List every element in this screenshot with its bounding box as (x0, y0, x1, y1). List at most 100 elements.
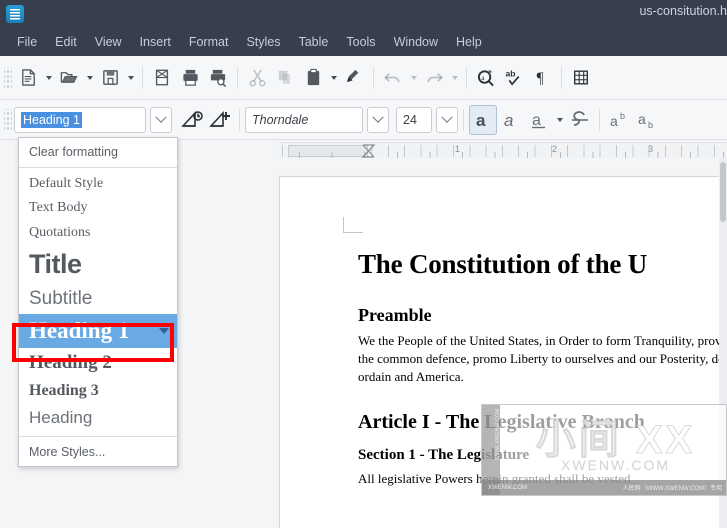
style-option-clear-formatting[interactable]: Clear formatting (19, 141, 177, 163)
menu-item-edit[interactable]: Edit (46, 32, 86, 52)
toolbar-grip[interactable] (4, 66, 12, 89)
italic-button[interactable]: a (497, 105, 525, 135)
ruler-number-1: 1 (455, 144, 461, 154)
paragraph-style-combo[interactable]: Heading 1 (14, 106, 172, 133)
paragraph-style-dropdown-icon[interactable] (150, 106, 172, 133)
menu-item-file[interactable]: File (8, 32, 46, 52)
style-option-heading[interactable]: Heading (19, 404, 177, 432)
print-icon[interactable] (176, 63, 204, 93)
document-lines-glyph (10, 8, 20, 20)
paragraph-styles-dropdown[interactable]: Clear formatting Default Style Text Body… (18, 137, 178, 468)
watermark-footer: XWENW.COM 人民网（WWW.XWENW.COM）专用 (482, 480, 726, 495)
style-option-more-styles[interactable]: More Styles... (19, 441, 177, 463)
svg-text:a: a (476, 111, 486, 130)
superscript-button[interactable]: ab (605, 105, 633, 135)
new-document-icon[interactable] (14, 63, 42, 93)
svg-text:¶: ¶ (537, 70, 544, 87)
svg-text:ab: ab (505, 69, 515, 79)
open-document-icon[interactable] (55, 63, 83, 93)
menu-item-styles[interactable]: Styles (237, 32, 289, 52)
menu-item-table[interactable]: Table (289, 32, 337, 52)
toolbar-separator (142, 66, 143, 89)
font-name-dropdown-icon[interactable] (367, 106, 389, 133)
underline-button[interactable]: a (525, 105, 553, 135)
menu-item-help[interactable]: Help (447, 32, 491, 52)
font-name-input[interactable]: Thorndale (245, 106, 363, 133)
formatting-toolbar-grip[interactable] (4, 108, 12, 131)
svg-text:b: b (620, 111, 625, 121)
svg-text:a: a (504, 111, 513, 130)
save-document-dropdown-icon[interactable] (124, 63, 137, 93)
window-title: us-consitution.h (639, 4, 727, 18)
dropdown-separator (19, 435, 177, 437)
open-document-dropdown-icon[interactable] (83, 63, 96, 93)
toolbar-separator (237, 66, 238, 89)
insert-table-icon[interactable] (567, 63, 595, 93)
formatting-toolbar: Heading 1 Thorndale 24 a a a a b a b (0, 100, 727, 140)
copy-icon[interactable] (271, 63, 299, 93)
watermark-footer-left: XWENW.COM (488, 484, 527, 491)
paste-dropdown-icon[interactable] (327, 63, 340, 93)
undo-icon[interactable] (379, 63, 407, 93)
horizontal-ruler[interactable]: 1 2 3 (279, 142, 727, 159)
menu-item-format[interactable]: Format (180, 32, 238, 52)
formatting-marks-icon[interactable]: ¶ (528, 63, 556, 93)
menu-item-view[interactable]: View (86, 32, 131, 52)
export-pdf-icon[interactable] (148, 63, 176, 93)
font-size-input[interactable]: 24 (396, 106, 432, 133)
paste-icon[interactable] (299, 63, 327, 93)
style-option-default-style[interactable]: Default Style (19, 172, 177, 196)
writer-document-icon (6, 5, 24, 23)
toolbar-separator (561, 66, 562, 89)
menu-item-insert[interactable]: Insert (131, 32, 180, 52)
toolbar-separator (373, 66, 374, 89)
watermark-overlay: WWW.XWENW.COM 小间 XX XWENW.COM XWENW.COM … (481, 404, 727, 496)
update-selected-style-icon[interactable] (178, 105, 206, 135)
svg-text:b: b (648, 120, 653, 130)
menu-item-tools[interactable]: Tools (337, 32, 384, 52)
paragraph-style-input[interactable]: Heading 1 (14, 106, 146, 133)
undo-dropdown-icon[interactable] (407, 63, 420, 93)
paragraph-style-value: Heading 1 (21, 111, 82, 128)
style-option-text-body[interactable]: Text Body (19, 196, 177, 220)
font-size-dropdown-icon[interactable] (436, 106, 458, 133)
svg-text:a: a (610, 113, 618, 129)
chevron-down-icon[interactable] (159, 327, 169, 334)
redo-icon[interactable] (420, 63, 448, 93)
cut-icon[interactable] (243, 63, 271, 93)
print-preview-icon[interactable] (204, 63, 232, 93)
text-boundary-corner (343, 217, 363, 233)
vertical-scrollbar-thumb[interactable] (720, 162, 726, 222)
underline-dropdown-icon[interactable] (553, 105, 566, 135)
style-option-title[interactable]: Title (19, 245, 177, 284)
clone-formatting-icon[interactable] (340, 63, 368, 93)
bold-button[interactable]: a (469, 104, 497, 135)
style-option-heading-2[interactable]: Heading 2 (19, 348, 177, 378)
style-option-subtitle[interactable]: Subtitle (19, 284, 177, 314)
redo-dropdown-icon[interactable] (448, 63, 461, 93)
indent-marker-icon[interactable] (361, 144, 376, 158)
save-document-icon[interactable] (96, 63, 124, 93)
preamble-paragraph: We the People of the United States, in O… (358, 333, 727, 384)
new-document-dropdown-icon[interactable] (42, 63, 55, 93)
font-name-combo[interactable]: Thorndale (245, 106, 389, 133)
subscript-button[interactable]: ab (633, 105, 661, 135)
document-title-heading: The Constitution of the U (358, 249, 648, 279)
style-option-heading-1-label: Heading 1 (29, 317, 130, 343)
find-replace-icon[interactable]: a (472, 63, 500, 93)
svg-text:a: a (638, 111, 646, 127)
style-option-heading-3[interactable]: Heading 3 (19, 378, 177, 404)
spelling-icon[interactable]: ab (500, 63, 528, 93)
menu-item-window[interactable]: Window (385, 32, 447, 52)
toolbar-separator (599, 108, 600, 131)
strikethrough-button[interactable] (566, 105, 594, 135)
toolbar-separator (463, 108, 464, 131)
style-option-quotations[interactable]: Quotations (19, 221, 177, 245)
svg-text:a: a (532, 112, 541, 129)
svg-text:a: a (481, 73, 485, 82)
preamble-heading: Preamble (358, 305, 432, 325)
style-option-heading-1[interactable]: Heading 1 (19, 313, 177, 348)
libreoffice-writer-window: us-consitution.h File Edit View Insert F… (0, 0, 727, 528)
font-size-combo[interactable]: 24 (396, 106, 458, 133)
new-style-from-selection-icon[interactable] (206, 105, 234, 135)
